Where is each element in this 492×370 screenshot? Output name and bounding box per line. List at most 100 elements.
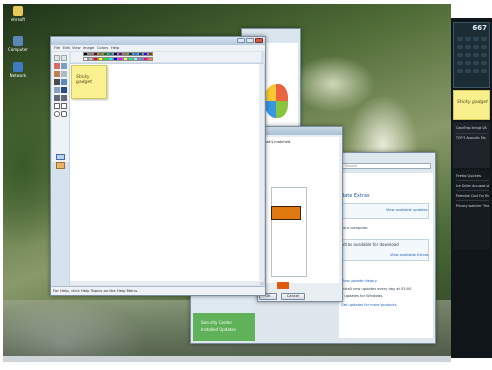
calc-key[interactable]	[481, 61, 487, 65]
wu-left-item-installed-updates[interactable]: Installed Updates	[201, 327, 236, 332]
menu-view[interactable]: View	[72, 45, 81, 51]
select-tool-icon[interactable]	[61, 55, 67, 61]
dialog-preview-pane	[271, 187, 307, 277]
menu-help[interactable]: Help	[111, 45, 119, 51]
calc-key[interactable]	[473, 45, 479, 49]
wu-left-item-security-center[interactable]: Security Center	[201, 320, 232, 325]
calc-key[interactable]	[457, 53, 463, 57]
wu-content-pane: date Extras View available updates your …	[339, 173, 433, 338]
rounded-rect-tool-icon[interactable]	[61, 111, 67, 117]
calc-key[interactable]	[481, 53, 487, 57]
search-input[interactable]: Search	[341, 163, 431, 169]
wu-updates-box: View available updates	[341, 203, 429, 219]
desktop-icon-label: Computer	[8, 47, 28, 52]
feed-headlines-gadget-2[interactable]: Firefox Quickies Ice Geller Accused of P…	[453, 170, 490, 250]
dialog-titlebar[interactable]	[258, 127, 342, 135]
calc-key[interactable]	[473, 61, 479, 65]
calc-key[interactable]	[473, 53, 479, 57]
paint-titlebar[interactable]	[51, 37, 265, 45]
network-icon	[13, 62, 23, 72]
calc-key[interactable]	[465, 53, 471, 57]
feed-item[interactable]: Firefox Quickies	[456, 174, 489, 178]
close-button[interactable]	[255, 38, 263, 43]
rectangle-tool-icon[interactable]	[54, 103, 60, 109]
calc-key[interactable]	[473, 69, 479, 73]
feed-item[interactable]: Ice Geller Accused of	[456, 184, 489, 188]
computer-icon	[13, 36, 23, 46]
status-text: For Help, click Help Topics on the Help …	[53, 288, 139, 293]
calc-key[interactable]	[465, 69, 471, 73]
calc-key[interactable]	[481, 69, 487, 73]
feed-separator	[456, 200, 489, 201]
calc-key[interactable]	[457, 45, 463, 49]
calc-key[interactable]	[465, 61, 471, 65]
wu-install-schedule: Install new updates every day at 03:00	[341, 287, 412, 291]
hand-icon[interactable]	[56, 162, 65, 169]
palette-swatch[interactable]	[148, 57, 153, 61]
feed-item[interactable]: TOP 5 Acoustic Mo	[456, 136, 489, 140]
palette-swatch[interactable]	[148, 52, 153, 56]
calc-key[interactable]	[457, 37, 463, 41]
menu-file[interactable]: File	[54, 45, 60, 51]
taskbar	[3, 356, 451, 362]
search-placeholder: Search	[345, 164, 358, 168]
selection-option-icon[interactable]	[56, 154, 65, 160]
horizontal-scrollbar[interactable]	[70, 281, 260, 285]
paint-window[interactable]: File Edit View Image Colors Help Sticky …	[50, 36, 266, 296]
maximize-button[interactable]	[246, 38, 254, 43]
magnifier-tool-icon[interactable]	[61, 71, 67, 77]
minimize-button[interactable]	[237, 38, 245, 43]
picker-tool-icon[interactable]	[54, 71, 60, 77]
menu-image[interactable]: Image	[83, 45, 94, 51]
feed-separator	[456, 190, 489, 191]
feed-item[interactable]: CaseTrap brings VA	[456, 126, 489, 130]
calc-key[interactable]	[481, 45, 487, 49]
polygon-tool-icon[interactable]	[61, 103, 67, 109]
desktop-icon-label: Network	[9, 73, 27, 78]
line-tool-icon[interactable]	[54, 95, 60, 101]
airbrush-tool-icon[interactable]	[54, 87, 60, 93]
desktop-icon-user-folder[interactable]: ehrsoft	[6, 6, 30, 22]
film-strip-icon	[271, 206, 301, 220]
wu-heading: date Extras	[341, 193, 370, 199]
fill-tool-icon[interactable]	[61, 63, 67, 69]
vertical-scrollbar[interactable]	[259, 64, 264, 282]
sticky-note-text: Sticky gadget	[76, 75, 92, 85]
desktop-icon-network[interactable]: Network	[6, 62, 30, 78]
desktop-icon-label: ehrsoft	[10, 17, 26, 22]
calculator-gadget[interactable]: 667	[453, 22, 490, 88]
calc-key[interactable]	[481, 37, 487, 41]
menu-colors[interactable]: Colors	[97, 45, 108, 51]
free-select-tool-icon[interactable]	[54, 55, 60, 61]
feed-item[interactable]: Potential Cost For Ru	[456, 194, 489, 198]
calc-key[interactable]	[465, 37, 471, 41]
sticky-note-image: Sticky gadget	[71, 65, 107, 99]
calculator-readout: 667	[472, 24, 487, 32]
text-tool-icon[interactable]	[61, 87, 67, 93]
calc-key[interactable]	[465, 45, 471, 49]
windows-sidebar: 667 Sticky gadget CaseTrap brings VA TOP…	[451, 18, 492, 358]
view-update-history-link[interactable]: View update history	[341, 279, 377, 283]
wu-extras-available: xtras available for download	[342, 242, 399, 247]
view-available-extras-link[interactable]: View available Extras	[390, 253, 428, 257]
sticky-note-gadget-text: Sticky gadget	[457, 100, 488, 105]
view-available-updates-link[interactable]: View available updates	[386, 208, 428, 212]
calc-key[interactable]	[457, 69, 463, 73]
pencil-tool-icon[interactable]	[54, 79, 60, 85]
feed-separator	[456, 133, 489, 134]
brush-tool-icon[interactable]	[61, 79, 67, 85]
desktop-icon-computer[interactable]: Computer	[6, 36, 30, 52]
calc-key[interactable]	[473, 37, 479, 41]
desktop-screen: ehrsoft Computer Network 667 Sticky gadg…	[0, 0, 492, 370]
menu-edit[interactable]: Edit	[63, 45, 70, 51]
curve-tool-icon[interactable]	[61, 95, 67, 101]
color-palette	[71, 52, 261, 62]
sticky-note-gadget[interactable]: Sticky gadget	[453, 90, 490, 120]
feed-headlines-gadget[interactable]: CaseTrap brings VA TOP 5 Acoustic Mo	[453, 122, 490, 168]
ellipse-tool-icon[interactable]	[54, 111, 60, 117]
more-products-link[interactable]: Get updates for more products	[341, 303, 396, 307]
eraser-tool-icon[interactable]	[54, 63, 60, 69]
calc-key[interactable]	[457, 61, 463, 65]
cancel-button[interactable]: Cancel	[281, 293, 305, 300]
feed-item[interactable]: Privacy watcher "fine	[456, 204, 489, 208]
